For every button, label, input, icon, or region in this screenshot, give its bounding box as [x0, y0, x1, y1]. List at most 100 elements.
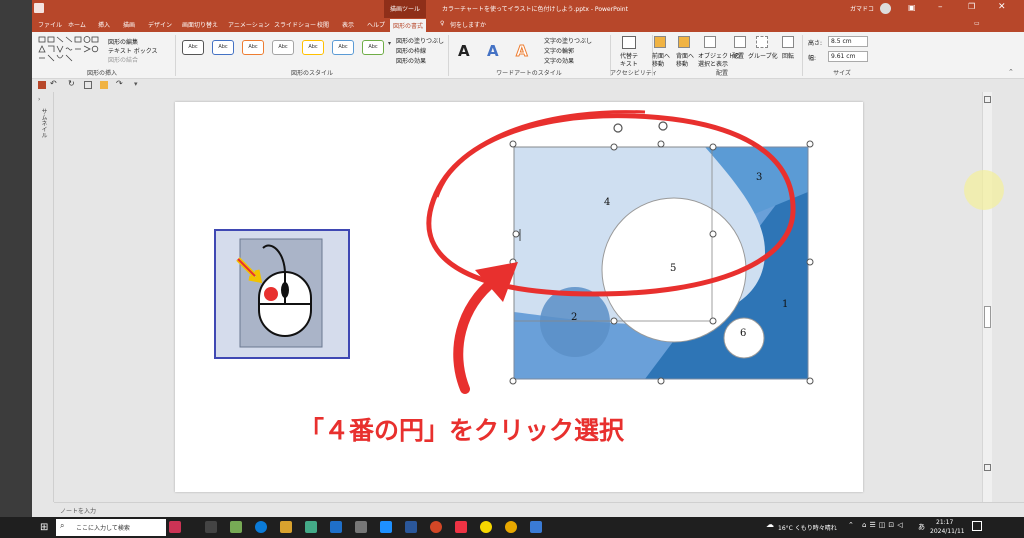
edit-shape-button[interactable]: 図形の編集 [108, 37, 138, 46]
selection-pane-label-2[interactable]: 選択と表示 [698, 59, 728, 68]
text-box-button[interactable]: テキスト ボックス [108, 46, 158, 55]
tab-design[interactable]: デザイン [148, 20, 172, 29]
redo-icon[interactable]: ↻ [68, 79, 75, 88]
group-icon[interactable] [756, 36, 768, 48]
slide-canvas[interactable]: 4 3 5 1 2 6 「４番の円」をクリック選択 [175, 102, 863, 492]
merge-shapes-button[interactable]: 図形の結合 [108, 55, 138, 64]
shape-fill-button[interactable]: 図形の塗りつぶし [396, 36, 444, 45]
taskbar-search-box[interactable]: ⌕ ここに入力して検索 [56, 519, 166, 536]
app-icon-widgets[interactable] [230, 521, 242, 533]
file-explorer-icon[interactable] [280, 521, 292, 533]
shape-style-more-icon[interactable]: ▾ [388, 40, 391, 47]
notes-placeholder[interactable]: ノートを入力 [60, 506, 96, 515]
app-icon-cloud[interactable] [380, 521, 392, 533]
alt-text-label-2[interactable]: キスト [620, 59, 638, 68]
undo-icon[interactable]: ↶ [50, 79, 57, 88]
clock-date[interactable]: 2024/11/11 [930, 528, 965, 535]
shape-style-2[interactable]: Abc [212, 40, 234, 55]
shape-style-3[interactable]: Abc [242, 40, 264, 55]
shape-style-1[interactable]: Abc [182, 40, 204, 55]
shape-effects-button[interactable]: 図形の効果 [396, 56, 426, 65]
tab-shape-format[interactable]: 図形の書式 [390, 19, 427, 33]
maximize-icon[interactable]: ❐ [968, 2, 975, 11]
shape-style-5[interactable]: Abc [302, 40, 324, 55]
text-fill-button[interactable]: 文字の塗りつぶし [544, 36, 592, 45]
width-input[interactable]: 9.61 cm [828, 51, 868, 62]
group-label[interactable]: グループ化 [748, 51, 778, 60]
tab-view[interactable]: 表示 [342, 20, 354, 29]
weather-text[interactable]: 16°C くもり時々晴れ [778, 523, 837, 532]
wordart-style-orange[interactable]: A [516, 42, 529, 61]
text-effects-button[interactable]: 文字の効果 [544, 56, 574, 65]
wordart-style-blue[interactable]: A [487, 42, 499, 60]
scroll-thumb[interactable] [984, 306, 991, 328]
ribbon-display-icon[interactable]: ▣ [908, 3, 916, 12]
close-icon[interactable]: ✕ [998, 2, 1006, 12]
tab-help[interactable]: ヘルプ [367, 20, 385, 29]
wordart-style-black[interactable]: A [458, 42, 470, 60]
shape-outline-button[interactable]: 図形の枠線 [396, 46, 426, 55]
edge-icon[interactable] [255, 521, 267, 533]
task-view-icon[interactable] [205, 521, 217, 533]
repeat-icon[interactable]: ↷ [116, 79, 123, 88]
align-label[interactable]: 配置 [732, 51, 744, 60]
bring-forward-label-2[interactable]: 移動 [652, 59, 664, 68]
rotate-label[interactable]: 回転 [782, 51, 794, 60]
app-icon-paint[interactable] [530, 521, 542, 533]
collapse-ribbon-icon[interactable]: ⌃ [1008, 68, 1014, 76]
scroll-up-icon[interactable] [984, 96, 991, 103]
customize-qat-icon[interactable]: ▾ [134, 80, 138, 88]
tab-transitions[interactable]: 画面切り替え [182, 20, 218, 29]
tab-review[interactable]: 校閲 [317, 20, 329, 29]
send-backward-label-2[interactable]: 移動 [676, 59, 688, 68]
app-icon-pens[interactable] [169, 521, 181, 533]
tab-file[interactable]: ファイル [38, 20, 62, 29]
circle-chart-picture[interactable] [377, 102, 809, 425]
save-icon[interactable] [38, 81, 46, 89]
clock-time[interactable]: 21:17 [936, 519, 953, 526]
slideshow-icon[interactable] [84, 81, 92, 89]
expand-thumbnails-icon[interactable]: › [38, 96, 40, 103]
rotate-icon[interactable] [782, 36, 794, 48]
tell-me-search[interactable]: 何をしますか [450, 20, 486, 29]
shape-style-6[interactable]: Abc [332, 40, 354, 55]
store-icon[interactable] [305, 521, 317, 533]
vertical-scrollbar[interactable] [982, 92, 992, 502]
app-icon-photos[interactable] [355, 521, 367, 533]
alt-text-icon[interactable] [622, 36, 636, 49]
scroll-down-icon[interactable] [984, 464, 991, 471]
notes-bar[interactable]: ノートを入力 [54, 502, 1024, 517]
notification-icon[interactable] [972, 521, 982, 531]
avatar[interactable] [880, 3, 891, 14]
align-icon[interactable] [734, 36, 746, 48]
tab-animations[interactable]: アニメーション [228, 20, 270, 29]
height-input[interactable]: 8.5 cm [828, 36, 868, 47]
save-icon[interactable] [34, 3, 44, 13]
weather-icon[interactable]: ☁ [766, 520, 774, 529]
tab-home[interactable]: ホーム [68, 20, 86, 29]
shape-style-7[interactable]: Abc [362, 40, 384, 55]
windows-start-icon[interactable]: ⊞ [40, 522, 48, 533]
word-icon[interactable] [405, 521, 417, 533]
tab-slideshow[interactable]: スライドショー [274, 20, 316, 29]
chrome-icon[interactable] [505, 521, 517, 533]
shape-style-4[interactable]: Abc [272, 40, 294, 55]
open-icon[interactable] [100, 81, 108, 89]
tab-draw[interactable]: 描画 [123, 20, 135, 29]
tray-chevron-icon[interactable]: ⌃ [848, 521, 854, 529]
app-icon-red[interactable] [455, 521, 467, 533]
app-icon-yellow[interactable] [480, 521, 492, 533]
mail-icon[interactable] [330, 521, 342, 533]
shape-gallery[interactable] [38, 36, 100, 62]
send-backward-icon[interactable] [678, 36, 690, 48]
bring-forward-icon[interactable] [654, 36, 666, 48]
powerpoint-icon[interactable] [430, 521, 442, 533]
mouse-illustration[interactable] [214, 229, 350, 359]
comments-icon[interactable]: ▭ [974, 20, 980, 27]
tab-insert[interactable]: 挿入 [98, 20, 110, 29]
minimize-icon[interactable]: – [938, 2, 943, 12]
tray-icons[interactable]: ⌂☰◫⊡◁ [862, 521, 906, 529]
ime-indicator[interactable]: あ [918, 522, 925, 532]
text-outline-button[interactable]: 文字の輪郭 [544, 46, 574, 55]
selection-pane-icon[interactable] [704, 36, 716, 48]
